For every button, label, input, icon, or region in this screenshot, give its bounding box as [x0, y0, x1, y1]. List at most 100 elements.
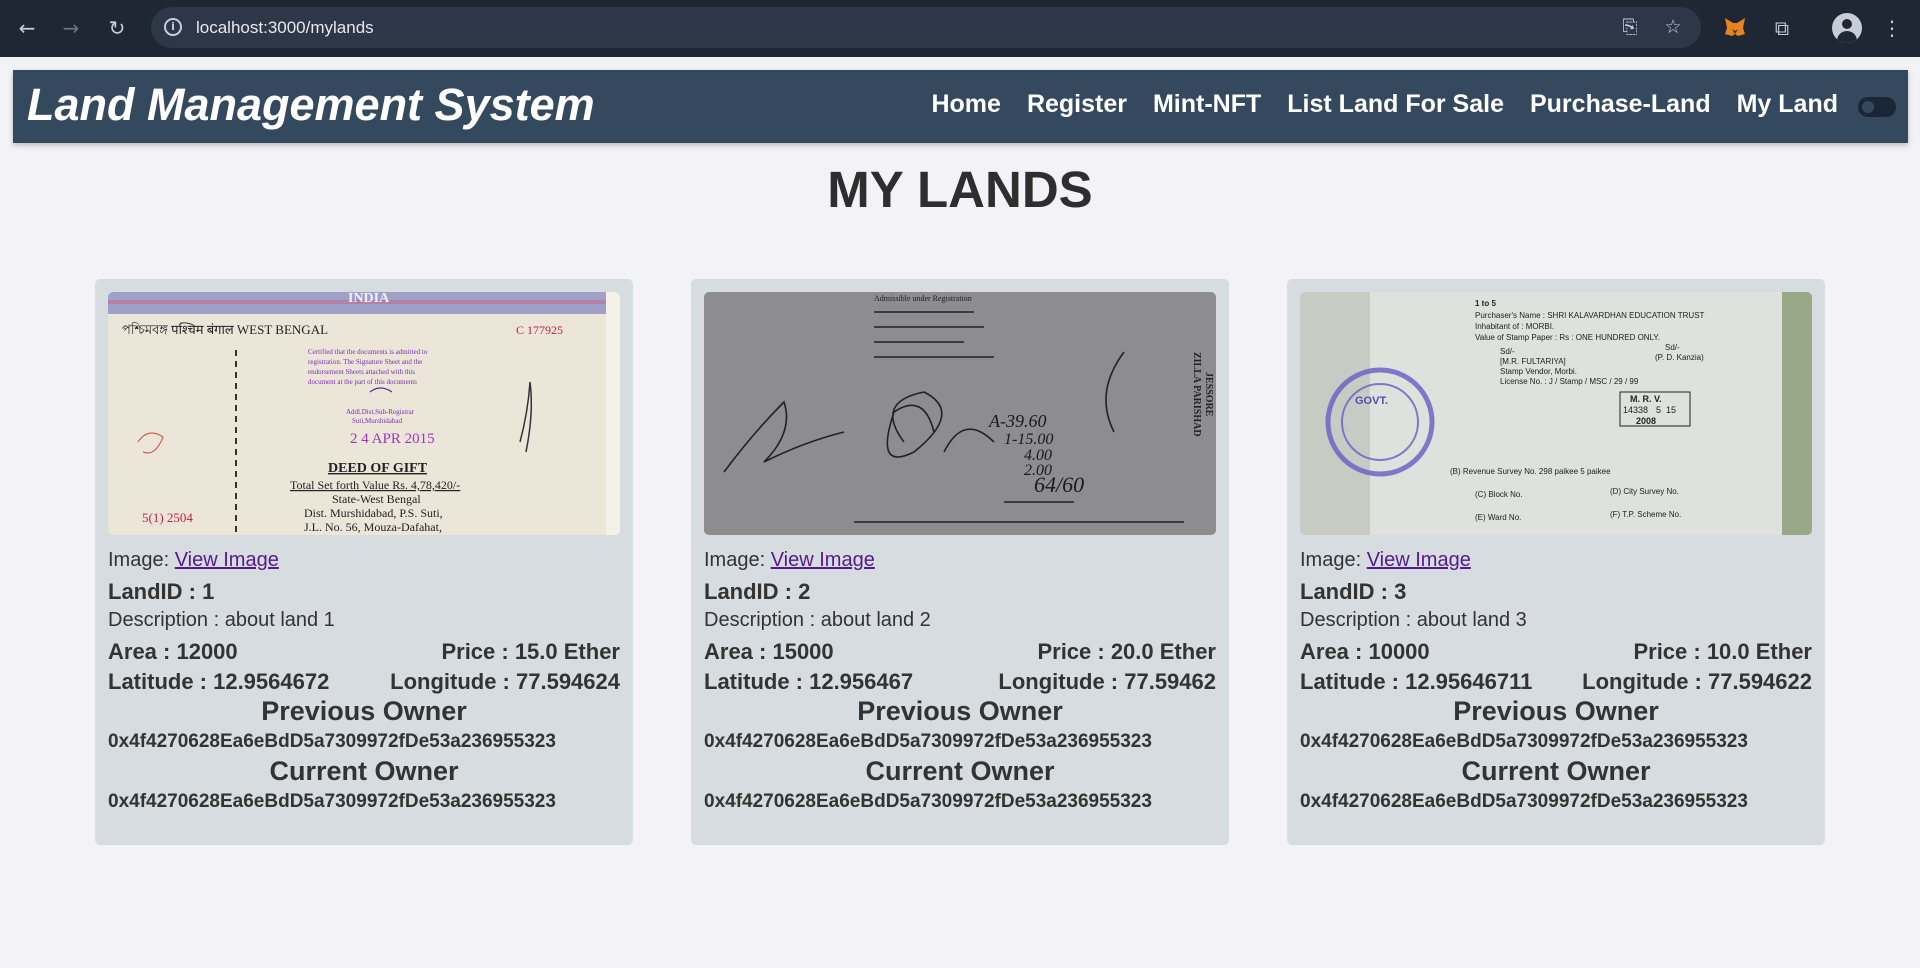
- land-latitude: Latitude : 12.9564672: [108, 669, 330, 694]
- current-owner-address: 0x4f4270628Ea6eBdD5a7309972fDe53a2369553…: [108, 791, 556, 812]
- forward-arrow-icon[interactable]: →: [57, 14, 85, 42]
- previous-owner-address: 0x4f4270628Ea6eBdD5a7309972fDe53a2369553…: [704, 731, 1152, 752]
- svg-text:5: 5: [1656, 405, 1661, 415]
- svg-text:Sd/-: Sd/-: [1665, 343, 1680, 352]
- land-latitude: Latitude : 12.95646711: [1300, 669, 1533, 694]
- svg-text:পশ্চিমবঙ্গ पश्चिम बंगाल WEST B: পশ্চিমবঙ্গ पश्चिम बंगाल WEST BENGAL: [122, 322, 328, 337]
- svg-text:(F) T.P. Scheme No.: (F) T.P. Scheme No.: [1610, 510, 1681, 519]
- land-longitude: Longitude : 77.594624: [390, 669, 620, 694]
- land-longitude: Longitude : 77.594622: [1582, 669, 1812, 694]
- land-latitude: Latitude : 12.956467: [704, 669, 914, 694]
- svg-text:Stamp Vendor, Morbi.: Stamp Vendor, Morbi.: [1500, 367, 1577, 376]
- current-owner-heading: Current Owner: [269, 756, 459, 786]
- svg-text:Admissible under Registration: Admissible under Registration: [874, 294, 972, 303]
- svg-text:JESSORE: JESSORE: [1203, 372, 1214, 417]
- land-area: Area : 15000: [704, 639, 834, 664]
- kebab-menu-icon[interactable]: ⋮: [1878, 14, 1906, 42]
- svg-text:Sd/-: Sd/-: [1500, 347, 1515, 356]
- nav-purchase-land[interactable]: Purchase-Land: [1530, 90, 1711, 119]
- current-owner-heading: Current Owner: [1461, 756, 1651, 786]
- svg-text:(C) Block No.: (C) Block No.: [1475, 490, 1523, 499]
- land-card: INDIA পশ্চিমবঙ্গ पश्चिम बंगाल WEST BENGA…: [95, 279, 633, 845]
- land-id: LandID : 2: [704, 579, 811, 604]
- svg-text:C 177925: C 177925: [516, 323, 563, 337]
- previous-owner-address: 0x4f4270628Ea6eBdD5a7309972fDe53a2369553…: [1300, 731, 1748, 752]
- profile-avatar-icon[interactable]: [1832, 13, 1862, 43]
- brand-title[interactable]: Land Management System: [27, 79, 595, 131]
- nav-register[interactable]: Register: [1027, 90, 1127, 119]
- svg-text:State-West Bengal: State-West Bengal: [332, 492, 421, 506]
- view-image-link[interactable]: View Image: [175, 549, 279, 571]
- svg-text:J.L. No. 56, Mouza-Dafahat,: J.L. No. 56, Mouza-Dafahat,: [304, 520, 442, 534]
- svg-text:Inhabitant of : MORBI.: Inhabitant of : MORBI.: [1475, 322, 1554, 331]
- land-image: INDIA পশ্চিমবঙ্গ पश्चिम बंगाल WEST BENGA…: [108, 292, 620, 535]
- bookmark-star-icon[interactable]: ☆: [1661, 15, 1685, 39]
- land-description: Description : about land 2: [704, 609, 931, 631]
- svg-text:(P. D. Kanzia): (P. D. Kanzia): [1655, 353, 1704, 362]
- svg-text:endorsement Sheets attached wi: endorsement Sheets attached with this: [308, 368, 415, 376]
- land-area: Area : 12000: [108, 639, 238, 664]
- svg-text:document at the part of this d: document at the part of this documents: [308, 378, 417, 386]
- land-card: 1 to 5 Purchaser's Name : SHRI KALAVARDH…: [1287, 279, 1825, 845]
- view-image-link[interactable]: View Image: [1367, 549, 1471, 571]
- svg-text:1-15.00: 1-15.00: [1004, 431, 1053, 448]
- image-label: Image:: [108, 549, 175, 571]
- land-price: Price : 15.0 Ether: [441, 639, 620, 664]
- svg-text:Certified that the documents i: Certified that the documents is admitted…: [308, 348, 428, 356]
- svg-text:A-39.60: A-39.60: [988, 411, 1047, 431]
- site-info-icon[interactable]: i: [164, 18, 182, 36]
- svg-text:License No. : J / Stamp / MSC: License No. : J / Stamp / MSC / 29 / 99: [1500, 377, 1639, 386]
- svg-text:[M.R. FULTARIYA]: [M.R. FULTARIYA]: [1500, 357, 1566, 366]
- svg-text:M. R. V.: M. R. V.: [1630, 394, 1662, 404]
- svg-text:DEED OF GIFT: DEED OF GIFT: [328, 461, 428, 476]
- previous-owner-address: 0x4f4270628Ea6eBdD5a7309972fDe53a2369553…: [108, 731, 556, 752]
- svg-text:14338: 14338: [1623, 405, 1648, 415]
- svg-text:Addl.Dist.Sub-Registrar: Addl.Dist.Sub-Registrar: [346, 408, 415, 416]
- previous-owner-heading: Previous Owner: [857, 696, 1063, 726]
- svg-text:15: 15: [1666, 405, 1676, 415]
- current-owner-address: 0x4f4270628Ea6eBdD5a7309972fDe53a2369553…: [1300, 791, 1748, 812]
- svg-text:Suti,Murshidabad: Suti,Murshidabad: [352, 417, 402, 425]
- app-navbar: Land Management System Home Register Min…: [13, 70, 1908, 143]
- svg-text:(B) Revenue Survey No. 298 pai: (B) Revenue Survey No. 298 paikee 5 paik…: [1450, 467, 1611, 476]
- reload-icon[interactable]: ↻: [103, 14, 131, 42]
- svg-text:5(1) 2504: 5(1) 2504: [142, 510, 193, 525]
- land-price: Price : 10.0 Ether: [1633, 639, 1812, 664]
- land-card: Admissible under Registration A-39.60 1-…: [691, 279, 1229, 845]
- svg-text:ZILLA PARISHAD: ZILLA PARISHAD: [1191, 352, 1202, 437]
- nav-links: Home Register Mint-NFT List Land For Sal…: [931, 90, 1838, 119]
- svg-text:INDIA: INDIA: [348, 292, 390, 306]
- svg-text:Dist. Murshidabad, P.S. Suti,: Dist. Murshidabad, P.S. Suti,: [304, 506, 443, 520]
- page-title: MY LANDS: [827, 161, 1093, 218]
- svg-text:(E) Ward No.: (E) Ward No.: [1475, 513, 1521, 522]
- svg-text:(D) City Survey No.: (D) City Survey No.: [1610, 487, 1679, 496]
- nav-my-land[interactable]: My Land: [1737, 90, 1838, 119]
- nav-home[interactable]: Home: [931, 90, 1000, 119]
- svg-text:Value of Stamp Paper : Rs : ON: Value of Stamp Paper : Rs : ONE HUNDRED …: [1475, 333, 1660, 342]
- view-image-link[interactable]: View Image: [771, 549, 875, 571]
- svg-text:registration. The Signature Sh: registration. The Signature Sheet and th…: [308, 358, 422, 366]
- back-arrow-icon[interactable]: ←: [13, 14, 41, 42]
- svg-text:1 to 5: 1 to 5: [1475, 299, 1496, 308]
- nav-list-land-for-sale[interactable]: List Land For Sale: [1287, 90, 1504, 119]
- land-description: Description : about land 3: [1300, 609, 1527, 631]
- land-longitude: Longitude : 77.59462: [998, 669, 1216, 694]
- theme-toggle[interactable]: [1858, 97, 1896, 117]
- current-owner-address: 0x4f4270628Ea6eBdD5a7309972fDe53a2369553…: [704, 791, 1152, 812]
- address-bar[interactable]: i localhost:3000/mylands ⎘ ☆: [151, 7, 1701, 48]
- svg-text:Purchaser's Name : SHRI KALAVA: Purchaser's Name : SHRI KALAVARDHAN EDUC…: [1475, 311, 1705, 320]
- extensions-puzzle-icon[interactable]: ⧉: [1768, 14, 1796, 42]
- current-owner-heading: Current Owner: [865, 756, 1055, 786]
- install-app-icon[interactable]: ⎘: [1618, 15, 1642, 39]
- previous-owner-heading: Previous Owner: [1453, 696, 1659, 726]
- image-label: Image:: [704, 549, 771, 571]
- metamask-fox-icon[interactable]: [1724, 17, 1746, 37]
- land-image: 1 to 5 Purchaser's Name : SHRI KALAVARDH…: [1300, 292, 1812, 535]
- svg-text:2008: 2008: [1636, 416, 1656, 426]
- nav-mint-nft[interactable]: Mint-NFT: [1153, 90, 1261, 119]
- svg-text:Total Set forth Value Rs. 4,78: Total Set forth Value Rs. 4,78,420/-: [290, 478, 460, 492]
- svg-text:2 4 APR 2015: 2 4 APR 2015: [350, 431, 435, 447]
- previous-owner-heading: Previous Owner: [261, 696, 467, 726]
- land-id: LandID : 3: [1300, 579, 1407, 604]
- url-text[interactable]: localhost:3000/mylands: [196, 18, 374, 38]
